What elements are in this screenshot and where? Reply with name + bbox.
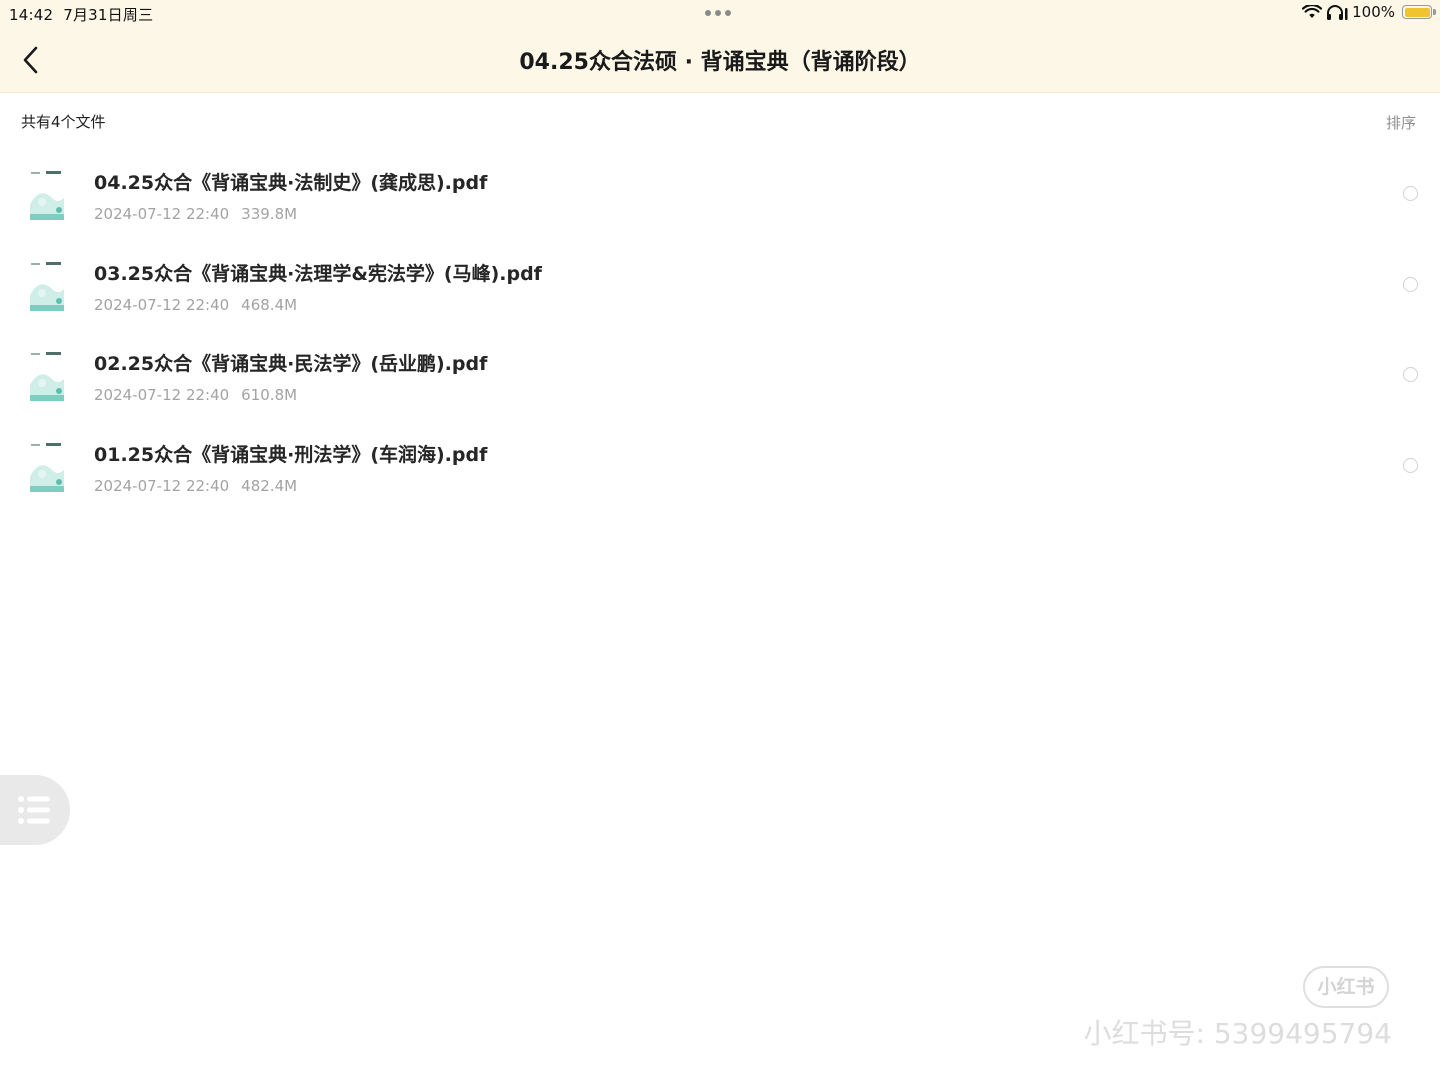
watermark-logo: 小红书 bbox=[1303, 966, 1389, 1008]
multitask-handle[interactable] bbox=[705, 10, 731, 16]
pdf-thumbnail-icon bbox=[28, 258, 66, 315]
multitask-dot bbox=[705, 10, 711, 16]
file-row[interactable]: 04.25众合《背诵宝典·法制史》(龚成思).pdf 2024-07-12 22… bbox=[0, 148, 1440, 239]
wifi-icon bbox=[1302, 5, 1323, 18]
page-title: 04.25众合法硕 · 背诵宝典（背诵阶段） bbox=[519, 50, 921, 75]
file-date: 2024-07-12 22:40 bbox=[94, 477, 230, 496]
select-radio[interactable] bbox=[1403, 367, 1418, 383]
file-row[interactable]: 01.25众合《背诵宝典·刑法学》(车润海).pdf 2024-07-12 22… bbox=[0, 420, 1440, 511]
pdf-thumbnail-icon bbox=[28, 168, 66, 224]
file-size: 482.4M bbox=[241, 477, 298, 496]
multitask-dot bbox=[715, 10, 721, 16]
multitask-dot bbox=[725, 10, 731, 16]
file-size: 610.8M bbox=[241, 386, 298, 405]
headphones-icon bbox=[1327, 4, 1348, 20]
file-row[interactable]: 02.25众合《背诵宝典·民法学》(岳业鹏).pdf 2024-07-12 22… bbox=[0, 329, 1440, 420]
file-meta: 2024-07-12 22:40 468.4M bbox=[94, 296, 297, 314]
file-date: 2024-07-12 22:40 bbox=[94, 205, 230, 223]
file-date: 2024-07-12 22:40 bbox=[94, 295, 230, 314]
battery-fill bbox=[1404, 7, 1430, 17]
watermark-text: 小红书号: 5399495794 bbox=[1083, 1017, 1392, 1050]
sort-button[interactable]: 排序 bbox=[1386, 112, 1416, 133]
status-clock: 14:42 bbox=[9, 6, 54, 24]
status-time: 14:42 7月31日周三 bbox=[9, 4, 153, 25]
floating-menu-button[interactable] bbox=[0, 775, 70, 845]
file-meta: 2024-07-12 22:40 339.8M bbox=[94, 205, 297, 223]
select-radio[interactable] bbox=[1403, 186, 1418, 201]
pdf-thumbnail-icon bbox=[28, 440, 66, 497]
top-bar: 14:42 7月31日周三 100% 04.25众合法硕 · 背诵宝典（背诵阶段） bbox=[0, 0, 1440, 93]
file-meta: 2024-07-12 22:40 610.8M bbox=[94, 386, 297, 404]
file-name: 03.25众合《背诵宝典·法理学&宪法学》(马峰).pdf bbox=[94, 262, 542, 285]
battery-percent: 100% bbox=[1352, 3, 1395, 21]
file-size: 339.8M bbox=[241, 205, 298, 223]
file-row[interactable]: 03.25众合《背诵宝典·法理学&宪法学》(马峰).pdf 2024-07-12… bbox=[0, 239, 1440, 330]
pdf-thumbnail-icon bbox=[28, 349, 66, 406]
status-indicators: 100% bbox=[1302, 3, 1436, 21]
file-list: 04.25众合《背诵宝典·法制史》(龚成思).pdf 2024-07-12 22… bbox=[0, 148, 1440, 511]
file-meta: 2024-07-12 22:40 482.4M bbox=[94, 477, 297, 495]
file-name: 04.25众合《背诵宝典·法制史》(龚成思).pdf bbox=[94, 172, 488, 194]
select-radio[interactable] bbox=[1403, 276, 1418, 292]
status-date: 7月31日周三 bbox=[63, 6, 154, 24]
file-count-label: 共有4个文件 bbox=[21, 113, 106, 131]
list-menu-icon bbox=[18, 796, 50, 824]
file-name: 02.25众合《背诵宝典·民法学》(岳业鹏).pdf bbox=[94, 353, 488, 376]
file-date: 2024-07-12 22:40 bbox=[94, 386, 230, 405]
select-radio[interactable] bbox=[1403, 458, 1418, 474]
file-name: 01.25众合《背诵宝典·刑法学》(车润海).pdf bbox=[94, 444, 488, 467]
file-size: 468.4M bbox=[241, 295, 298, 314]
battery-icon bbox=[1402, 5, 1436, 19]
